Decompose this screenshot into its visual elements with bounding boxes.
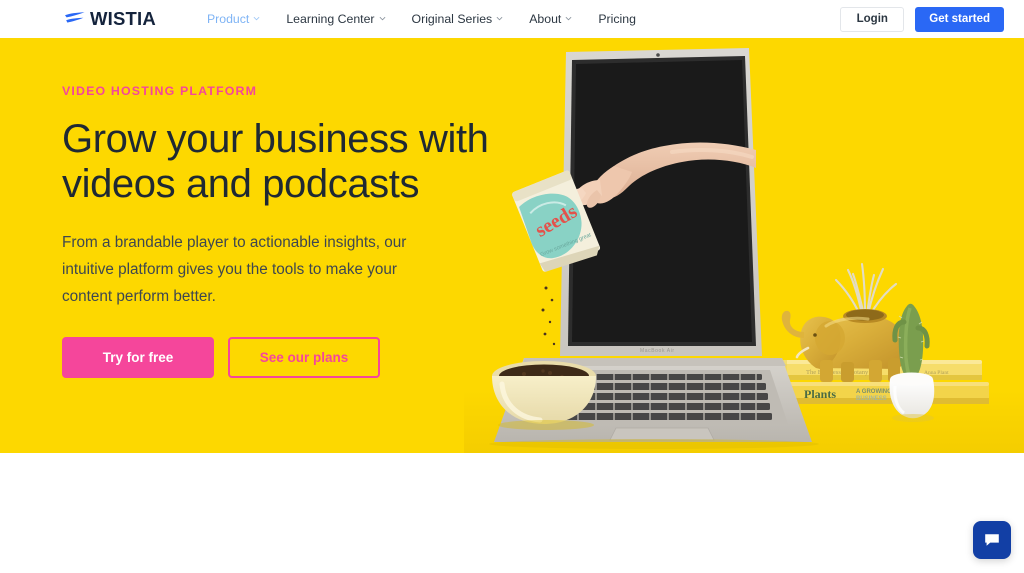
svg-text:Plants: Plants: [804, 387, 836, 401]
nav-item-learning-center-label: Learning Center: [286, 12, 375, 26]
hero-copy: VIDEO HOSTING PLATFORM Grow your busines…: [62, 84, 492, 378]
hero-eyebrow: VIDEO HOSTING PLATFORM: [62, 84, 258, 98]
wistia-wordmark: WISTIA: [90, 8, 156, 29]
below-hero-section: [0, 453, 1024, 573]
hero-photo: Plants A GROWING BUSINESS The Business o…: [464, 38, 1024, 453]
nav-item-pricing-label: Pricing: [598, 12, 636, 26]
svg-text:BUSINESS: BUSINESS: [856, 396, 887, 402]
chevron-down-icon: [253, 15, 260, 22]
svg-text:A GROWING: A GROWING: [856, 389, 892, 395]
chevron-down-icon: [379, 15, 386, 22]
hero-section: Plants A GROWING BUSINESS The Business o…: [0, 38, 1024, 453]
get-started-button[interactable]: Get started: [915, 6, 1004, 32]
nav-item-about[interactable]: About: [516, 12, 585, 26]
nav-item-original-series-label: Original Series: [411, 12, 493, 26]
hero-cta-row: Try for free See our plans: [62, 337, 492, 378]
landing-page: WISTIA Product Learning Center Original …: [0, 0, 1024, 573]
nav-item-about-label: About: [529, 12, 562, 26]
svg-text:MacBook Air: MacBook Air: [640, 348, 675, 354]
see-our-plans-button[interactable]: See our plans: [228, 337, 380, 378]
top-navigation-bar: WISTIA Product Learning Center Original …: [0, 0, 1024, 38]
wistia-logo[interactable]: WISTIA: [64, 8, 156, 30]
nav-item-product-label: Product: [206, 12, 250, 26]
chat-widget-button[interactable]: [973, 521, 1011, 559]
chat-bubble-icon: [982, 530, 1002, 550]
hero-subcopy: From a brandable player to actionable in…: [62, 234, 407, 305]
svg-text:The Business of Botany: The Business of Botany: [806, 369, 869, 376]
login-button[interactable]: Login: [840, 6, 905, 32]
nav-item-pricing[interactable]: Pricing: [585, 12, 649, 26]
nav-item-learning-center[interactable]: Learning Center: [273, 12, 398, 26]
try-for-free-button[interactable]: Try for free: [62, 337, 214, 378]
chevron-down-icon: [496, 15, 503, 22]
nav-item-original-series[interactable]: Original Series: [399, 12, 517, 26]
nav-actions: Login Get started: [840, 0, 1004, 38]
wistia-swoosh-icon: [64, 11, 86, 27]
chevron-down-icon: [565, 15, 572, 22]
hero-headline: Grow your business with videos and podca…: [62, 117, 492, 207]
nav-links: Product Learning Center Original Series …: [194, 12, 649, 26]
hero-headline-line-2: videos and podcasts: [62, 162, 420, 206]
nav-item-product[interactable]: Product: [194, 12, 273, 26]
hero-headline-line-1: Grow your business with: [62, 117, 489, 161]
